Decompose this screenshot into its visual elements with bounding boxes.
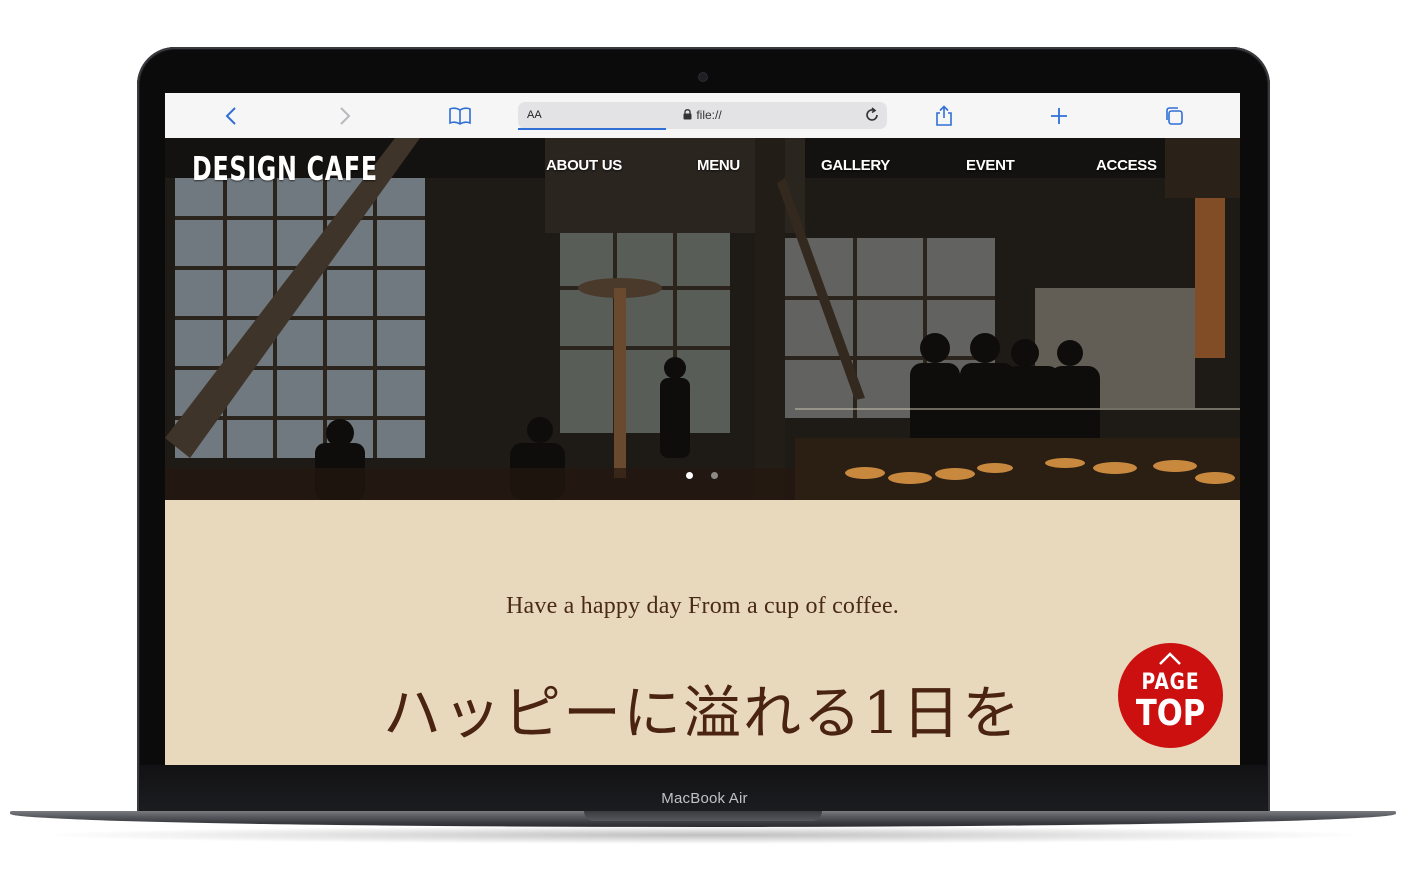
bookmarks-icon [449,107,471,125]
browser-toolbar: AA file:// [165,93,1240,139]
url-text: file:// [696,108,722,122]
address-focus-underline [518,128,666,130]
nav-access[interactable]: ACCESS [1096,157,1157,174]
nav-about-us[interactable]: ABOUT US [546,157,622,174]
device-brand-label: MacBook Air [661,790,748,807]
back-icon [225,107,236,125]
chevron-up-icon [1159,652,1181,665]
address-bar[interactable]: AA file:// [518,102,887,130]
reload-icon[interactable] [863,106,881,124]
url-field[interactable]: file:// [518,108,887,122]
cafe-interior-photo [165,138,1240,500]
page-top-label-line1: PAGE [1141,670,1200,695]
nav-menu[interactable]: MENU [697,157,740,174]
camera-icon [699,73,707,81]
new-tab-icon [1051,108,1067,124]
forward-icon [340,107,351,125]
screen: AA file:// DESIGN CAFE ABOUT US MENU GAL… [165,93,1240,765]
tabs-icon [1166,107,1183,125]
share-button[interactable] [930,102,958,130]
tabs-button[interactable] [1160,102,1188,130]
slider-dot-2[interactable] [711,472,718,479]
hero-slider: DESIGN CAFE ABOUT US MENU GALLERY EVENT … [165,138,1240,500]
forward-button[interactable] [331,102,359,130]
share-icon [936,105,952,126]
slider-dot-1[interactable] [686,472,693,479]
bookmarks-button[interactable] [446,102,474,130]
back-button[interactable] [217,102,245,130]
page-top-label-line2: TOP [1135,693,1206,734]
site-logo[interactable]: DESIGN CAFE [192,149,378,188]
nav-gallery[interactable]: GALLERY [821,157,890,174]
headline: ハッピーに溢れる1日を [383,679,1022,747]
page-top-button[interactable]: PAGE TOP [1118,643,1223,748]
new-tab-button[interactable] [1045,102,1073,130]
lock-icon [683,109,692,120]
tagline: Have a happy day From a cup of coffee. [505,593,899,619]
laptop-hinge-notch [584,811,822,821]
nav-event[interactable]: EVENT [966,157,1015,174]
laptop-shadow [30,826,1376,844]
